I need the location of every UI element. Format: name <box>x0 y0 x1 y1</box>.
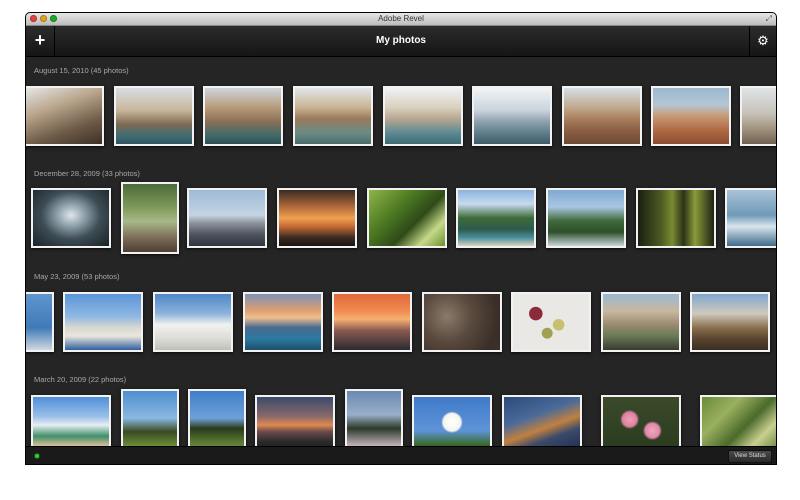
photo-thumbnail[interactable] <box>63 292 143 352</box>
photo-thumbnail[interactable] <box>243 292 323 352</box>
photo-thumbnail[interactable] <box>422 292 502 352</box>
fullscreen-icon[interactable]: ⤢ <box>766 14 772 24</box>
section-date-label: May 23, 2009 (53 photos) <box>34 272 120 281</box>
photo-thumbnail[interactable] <box>456 188 536 248</box>
photo-thumbnail[interactable] <box>601 292 681 352</box>
photo-thumbnail[interactable] <box>740 86 776 146</box>
view-status-button[interactable]: View Status <box>728 450 772 463</box>
photo-thumbnail[interactable] <box>26 86 104 146</box>
photo-thumbnail[interactable] <box>546 188 626 248</box>
photo-thumbnail[interactable] <box>114 86 194 146</box>
photo-thumbnail[interactable] <box>367 188 447 248</box>
photo-thumbnail[interactable] <box>121 182 179 254</box>
gear-icon: ⚙ <box>757 33 769 48</box>
window-title: Adobe Revel <box>378 14 424 23</box>
photo-thumbnail[interactable] <box>725 188 776 248</box>
section-date-label: December 28, 2009 (33 photos) <box>34 169 140 178</box>
photo-thumbnail[interactable] <box>153 292 233 352</box>
photo-thumbnail[interactable] <box>345 389 403 446</box>
photo-library: August 15, 2010 (45 photos) December 28,… <box>26 57 776 446</box>
section-date-label: August 15, 2010 (45 photos) <box>34 66 129 75</box>
photo-thumbnail[interactable] <box>332 292 412 352</box>
toolbar: + My photos ⚙ <box>26 26 776 57</box>
photo-thumbnail[interactable] <box>31 188 111 248</box>
photo-thumbnail[interactable] <box>383 86 463 146</box>
settings-button[interactable]: ⚙ <box>749 26 776 56</box>
photo-thumbnail[interactable] <box>651 86 731 146</box>
page-title: My photos <box>376 35 426 46</box>
photo-thumbnail[interactable] <box>502 395 582 446</box>
photo-thumbnail[interactable] <box>277 188 357 248</box>
photo-thumbnail[interactable] <box>293 86 373 146</box>
app-window: Adobe Revel ⤢ + My photos ⚙ August 15, 2… <box>26 13 776 464</box>
photo-thumbnail[interactable] <box>26 292 54 352</box>
photo-thumbnail[interactable] <box>187 188 267 248</box>
photo-thumbnail[interactable] <box>203 86 283 146</box>
sync-status-indicator <box>35 454 39 458</box>
photo-thumbnail[interactable] <box>412 395 492 446</box>
photo-thumbnail[interactable] <box>472 86 552 146</box>
photo-thumbnail[interactable] <box>31 395 111 446</box>
photo-thumbnail[interactable] <box>690 292 770 352</box>
photo-thumbnail[interactable] <box>636 188 716 248</box>
title-bar: Adobe Revel ⤢ <box>26 13 776 26</box>
photo-thumbnail[interactable] <box>562 86 642 146</box>
photo-thumbnail[interactable] <box>700 395 776 446</box>
photo-thumbnail[interactable] <box>601 395 681 446</box>
section-date-label: March 20, 2009 (22 photos) <box>34 375 127 384</box>
photo-thumbnail[interactable] <box>511 292 591 352</box>
photo-thumbnail[interactable] <box>255 395 335 446</box>
photo-thumbnail[interactable] <box>121 389 179 446</box>
photo-thumbnail[interactable] <box>188 389 246 446</box>
status-bar: View Status <box>26 446 776 464</box>
